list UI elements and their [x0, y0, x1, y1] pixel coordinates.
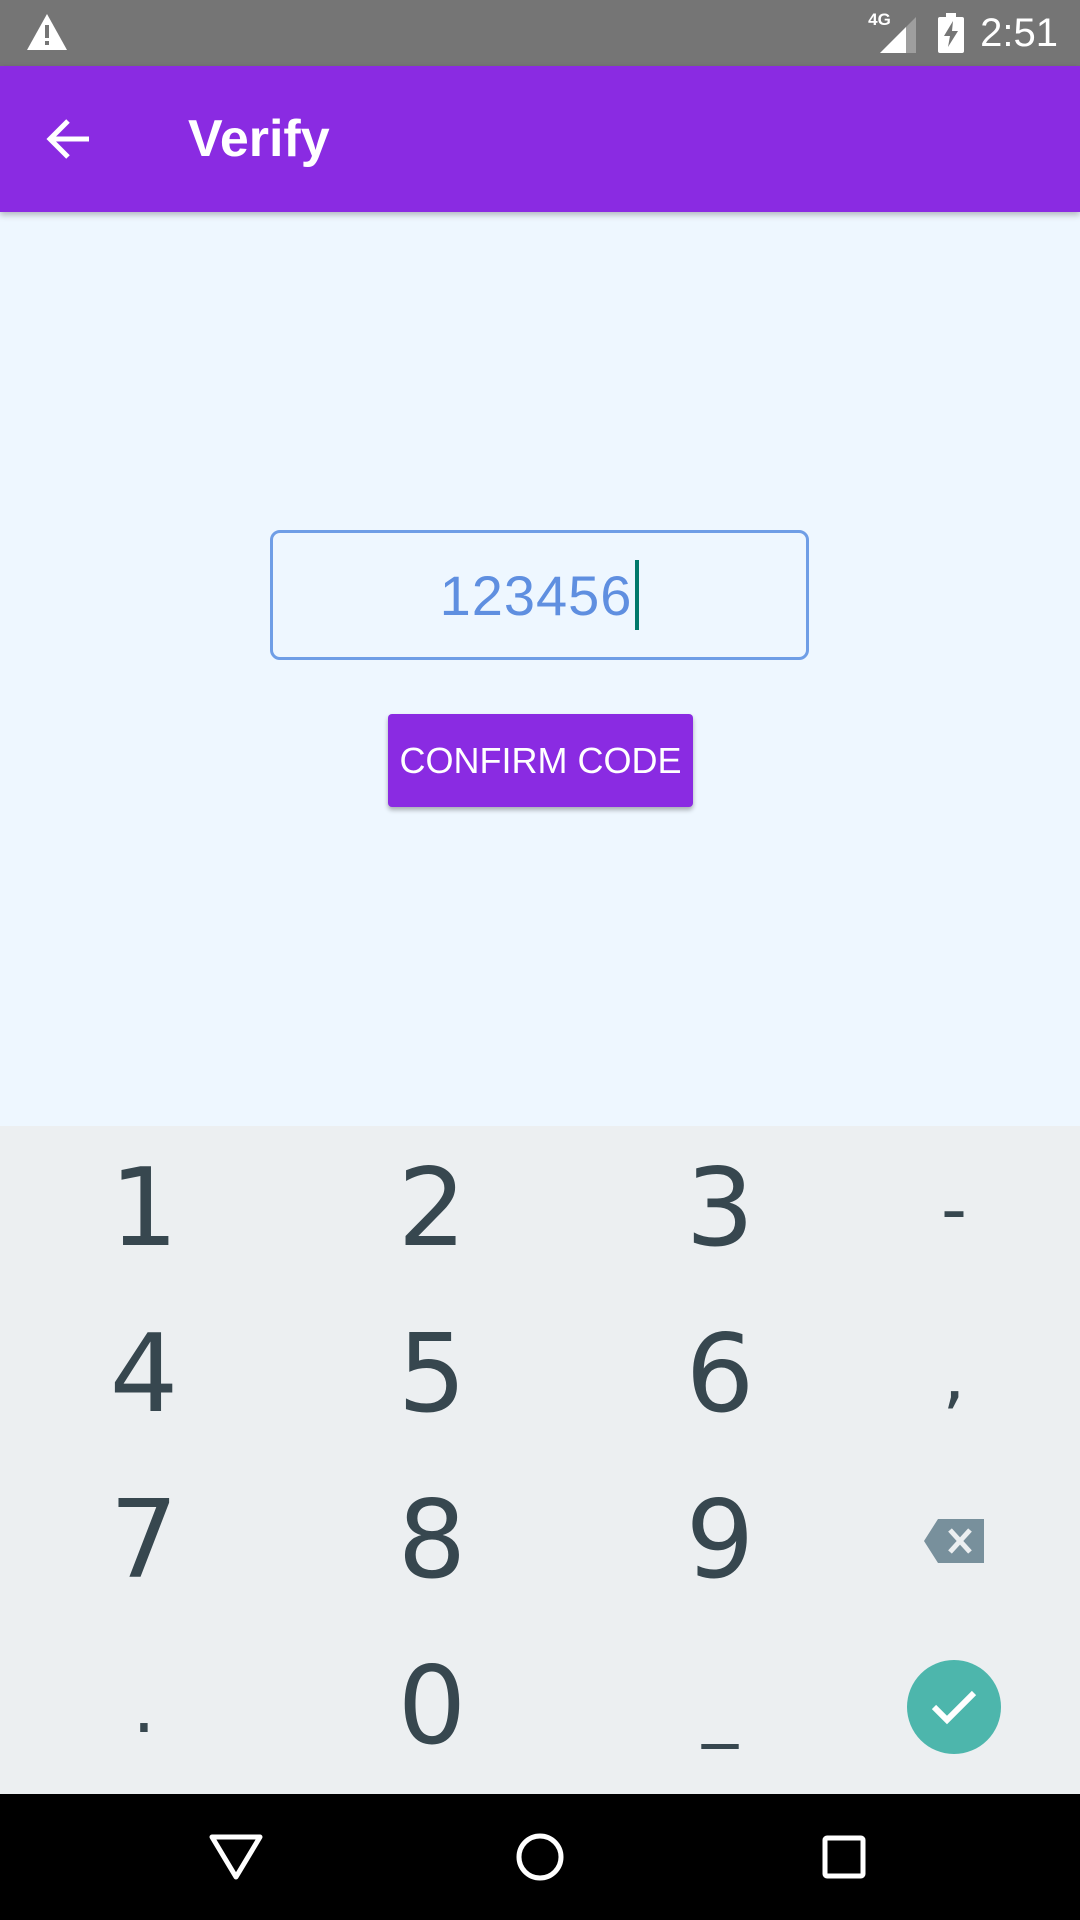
backspace-key[interactable] [828, 1458, 1080, 1624]
numeric-keyboard: 1 2 3 - 4 5 6 , 7 8 9 . 0 _ [0, 1126, 1080, 1794]
status-icons: 4G 2:51 [868, 0, 1058, 66]
warning-icon [27, 14, 67, 50]
key-9[interactable]: 9 [576, 1458, 864, 1624]
network-type-label: 4G [868, 10, 891, 29]
confirm-code-button[interactable]: CONFIRM CODE [388, 714, 693, 807]
text-cursor [635, 560, 640, 630]
key-dash[interactable]: - [828, 1126, 1080, 1292]
nav-recents-button[interactable] [804, 1817, 884, 1897]
home-circle-icon [516, 1833, 564, 1881]
key-comma[interactable]: , [828, 1292, 1080, 1458]
page-title: Verify [188, 110, 330, 168]
nav-home-button[interactable] [500, 1817, 580, 1897]
status-bar: 4G 2:51 [0, 0, 1080, 66]
key-underscore[interactable]: _ [576, 1624, 864, 1790]
check-icon [931, 1690, 977, 1725]
back-button[interactable] [30, 100, 108, 178]
key-6[interactable]: 6 [576, 1292, 864, 1458]
cell-signal: 4G [868, 10, 917, 53]
status-time: 2:51 [980, 11, 1058, 55]
back-triangle-icon [209, 1834, 263, 1880]
key-period[interactable]: . [0, 1624, 288, 1790]
key-8[interactable]: 8 [288, 1458, 576, 1624]
key-0[interactable]: 0 [288, 1624, 576, 1790]
code-input-value: 123456 [439, 563, 633, 627]
nav-back-button[interactable] [196, 1817, 276, 1897]
key-1[interactable]: 1 [0, 1126, 288, 1292]
system-navigation-bar [0, 1794, 1080, 1920]
verification-code-input[interactable]: 123456 [270, 530, 809, 660]
backspace-icon [924, 1519, 984, 1563]
app-toolbar: Verify [0, 66, 1080, 212]
enter-button-circle [907, 1660, 1001, 1754]
recents-square-icon [822, 1835, 866, 1879]
battery-charging-icon [938, 13, 965, 53]
key-4[interactable]: 4 [0, 1292, 288, 1458]
key-2[interactable]: 2 [288, 1126, 576, 1292]
key-3[interactable]: 3 [576, 1126, 864, 1292]
key-5[interactable]: 5 [288, 1292, 576, 1458]
arrow-left-icon [46, 119, 89, 159]
enter-key[interactable] [828, 1624, 1080, 1790]
key-7[interactable]: 7 [0, 1458, 288, 1624]
